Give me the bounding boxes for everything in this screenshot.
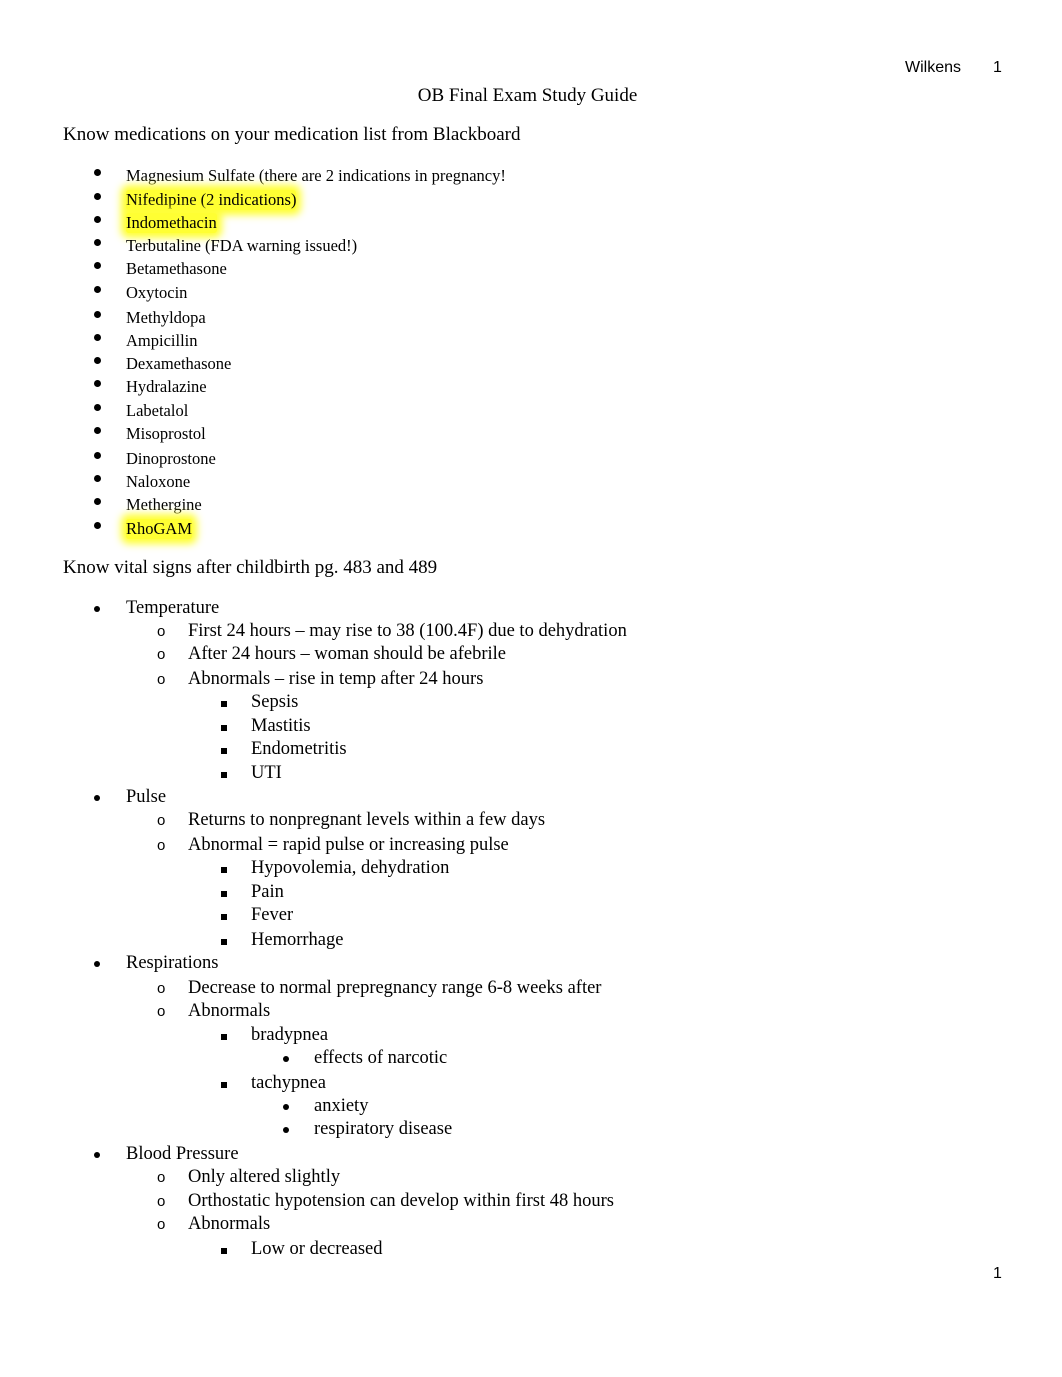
vital-item-text: anxiety	[314, 1096, 369, 1116]
bullet-icon	[283, 1127, 289, 1133]
vital-item-text: Temperature	[126, 598, 220, 618]
medication-name: Indomethacin	[126, 213, 217, 233]
vital-item-text: Fever	[251, 905, 294, 925]
vital-item-text: Abnormal = rapid pulse or increasing pul…	[188, 835, 509, 855]
vital-item-text: Returns to nonpregnant levels within a f…	[188, 810, 546, 830]
medication-name: RhoGAM	[126, 519, 193, 539]
hollow-bullet-icon: o	[157, 671, 166, 688]
square-bullet-icon	[221, 725, 227, 731]
bullet-icon	[94, 606, 100, 612]
medication-name: Misoprostol	[126, 424, 206, 443]
bullet-icon	[94, 311, 101, 318]
vital-item-text: bradypnea	[251, 1025, 329, 1045]
medication-name: Terbutaline (FDA warning issued!)	[126, 236, 358, 255]
vital-item-text: Abnormals	[188, 1214, 271, 1234]
vital-item-text: Abnormals	[188, 1001, 271, 1021]
vital-item-text: Sepsis	[251, 692, 299, 712]
hollow-bullet-icon: o	[157, 980, 166, 997]
vital-item-text: First 24 hours – may rise to 38 (100.4F)…	[188, 621, 627, 641]
medications-heading-text: Know medications on your medication list…	[63, 124, 521, 145]
bullet-icon	[283, 1056, 289, 1062]
medication-name: Nifedipine (2 indications)	[126, 190, 297, 210]
medication-name: Dinoprostone	[126, 449, 216, 468]
square-bullet-icon	[221, 772, 227, 778]
bullet-icon	[94, 334, 101, 341]
bullet-icon	[94, 193, 101, 200]
vital-item-text: Pain	[251, 882, 284, 902]
medication-name: Dexamethasone	[126, 354, 232, 373]
vitals-heading-text: Know vital signs after childbirth pg. 48…	[63, 557, 438, 578]
bullet-icon	[94, 404, 101, 411]
header-author: Wilkens	[905, 59, 962, 76]
bullet-icon	[94, 795, 100, 801]
vital-item-text: Respirations	[126, 953, 219, 973]
bullet-icon	[94, 1152, 100, 1158]
medication-name: Ampicillin	[126, 331, 198, 350]
medication-name: Magnesium Sulfate (there are 2 indicatio…	[126, 166, 506, 185]
bullet-icon	[94, 262, 101, 269]
hollow-bullet-icon: o	[157, 812, 166, 829]
medication-name: Hydralazine	[126, 377, 207, 396]
hollow-bullet-icon: o	[157, 1003, 166, 1020]
square-bullet-icon	[221, 867, 227, 873]
hollow-bullet-icon: o	[157, 837, 166, 854]
hollow-bullet-icon: o	[157, 1193, 166, 1210]
vital-item-text: Pulse	[126, 787, 167, 807]
vital-item-text: Hemorrhage	[251, 930, 344, 950]
vital-item-text: Abnormals – rise in temp after 24 hours	[188, 669, 484, 689]
bullet-icon	[94, 239, 101, 246]
medication-name: Methergine	[126, 495, 202, 514]
vital-item-text: Blood Pressure	[126, 1144, 239, 1164]
bullet-icon	[94, 961, 100, 967]
vitals-heading: Know vital signs after childbirth pg. 48…	[63, 557, 438, 587]
bullet-icon	[94, 216, 101, 223]
square-bullet-icon	[221, 1034, 227, 1040]
hollow-bullet-icon: o	[157, 623, 166, 640]
bullet-icon	[94, 357, 101, 364]
medication-name: Naloxone	[126, 472, 191, 491]
medication-name: Betamethasone	[126, 259, 227, 278]
vital-item-text: After 24 hours – woman should be afebril…	[188, 644, 507, 664]
bullet-icon	[94, 286, 101, 293]
vital-item-text: Only altered slightly	[188, 1167, 341, 1187]
bullet-icon	[94, 475, 101, 482]
square-bullet-icon	[221, 939, 227, 945]
square-bullet-icon	[221, 1248, 227, 1254]
bullet-icon	[94, 427, 101, 434]
bullet-icon	[94, 522, 101, 529]
vital-item-text: tachypnea	[251, 1073, 326, 1093]
square-bullet-icon	[221, 914, 227, 920]
hollow-bullet-icon: o	[157, 1216, 166, 1233]
vital-item-text: effects of narcotic	[314, 1048, 448, 1068]
document-title: OB Final Exam Study Guide	[417, 85, 638, 106]
vital-item-text: Mastitis	[251, 716, 311, 736]
square-bullet-icon	[221, 748, 227, 754]
bullet-icon	[94, 498, 101, 505]
medication-name: Labetalol	[126, 401, 189, 420]
vital-item-text: Orthostatic hypotension can develop with…	[188, 1191, 614, 1211]
footer-page-number: 1	[993, 1265, 1002, 1282]
medications-heading: Know medications on your medication list…	[63, 124, 521, 154]
vital-item-text: Decrease to normal prepregnancy range 6-…	[188, 978, 602, 998]
square-bullet-icon	[221, 891, 227, 897]
header-page-number: 1	[993, 59, 1002, 76]
vital-item-text: Endometritis	[251, 739, 347, 759]
hollow-bullet-icon: o	[157, 646, 166, 663]
vital-item-text: Hypovolemia, dehydration	[251, 858, 450, 878]
bullet-icon	[94, 452, 101, 459]
bullet-icon	[94, 169, 101, 176]
square-bullet-icon	[221, 701, 227, 707]
vital-item-text: respiratory disease	[314, 1119, 453, 1139]
bullet-icon	[94, 380, 101, 387]
vital-item-text: UTI	[251, 763, 282, 783]
square-bullet-icon	[221, 1082, 227, 1088]
medication-name: Oxytocin	[126, 283, 188, 302]
bullet-icon	[283, 1104, 289, 1110]
hollow-bullet-icon: o	[157, 1169, 166, 1186]
vital-item-text: Low or decreased	[251, 1239, 383, 1259]
medication-name: Methyldopa	[126, 308, 206, 327]
